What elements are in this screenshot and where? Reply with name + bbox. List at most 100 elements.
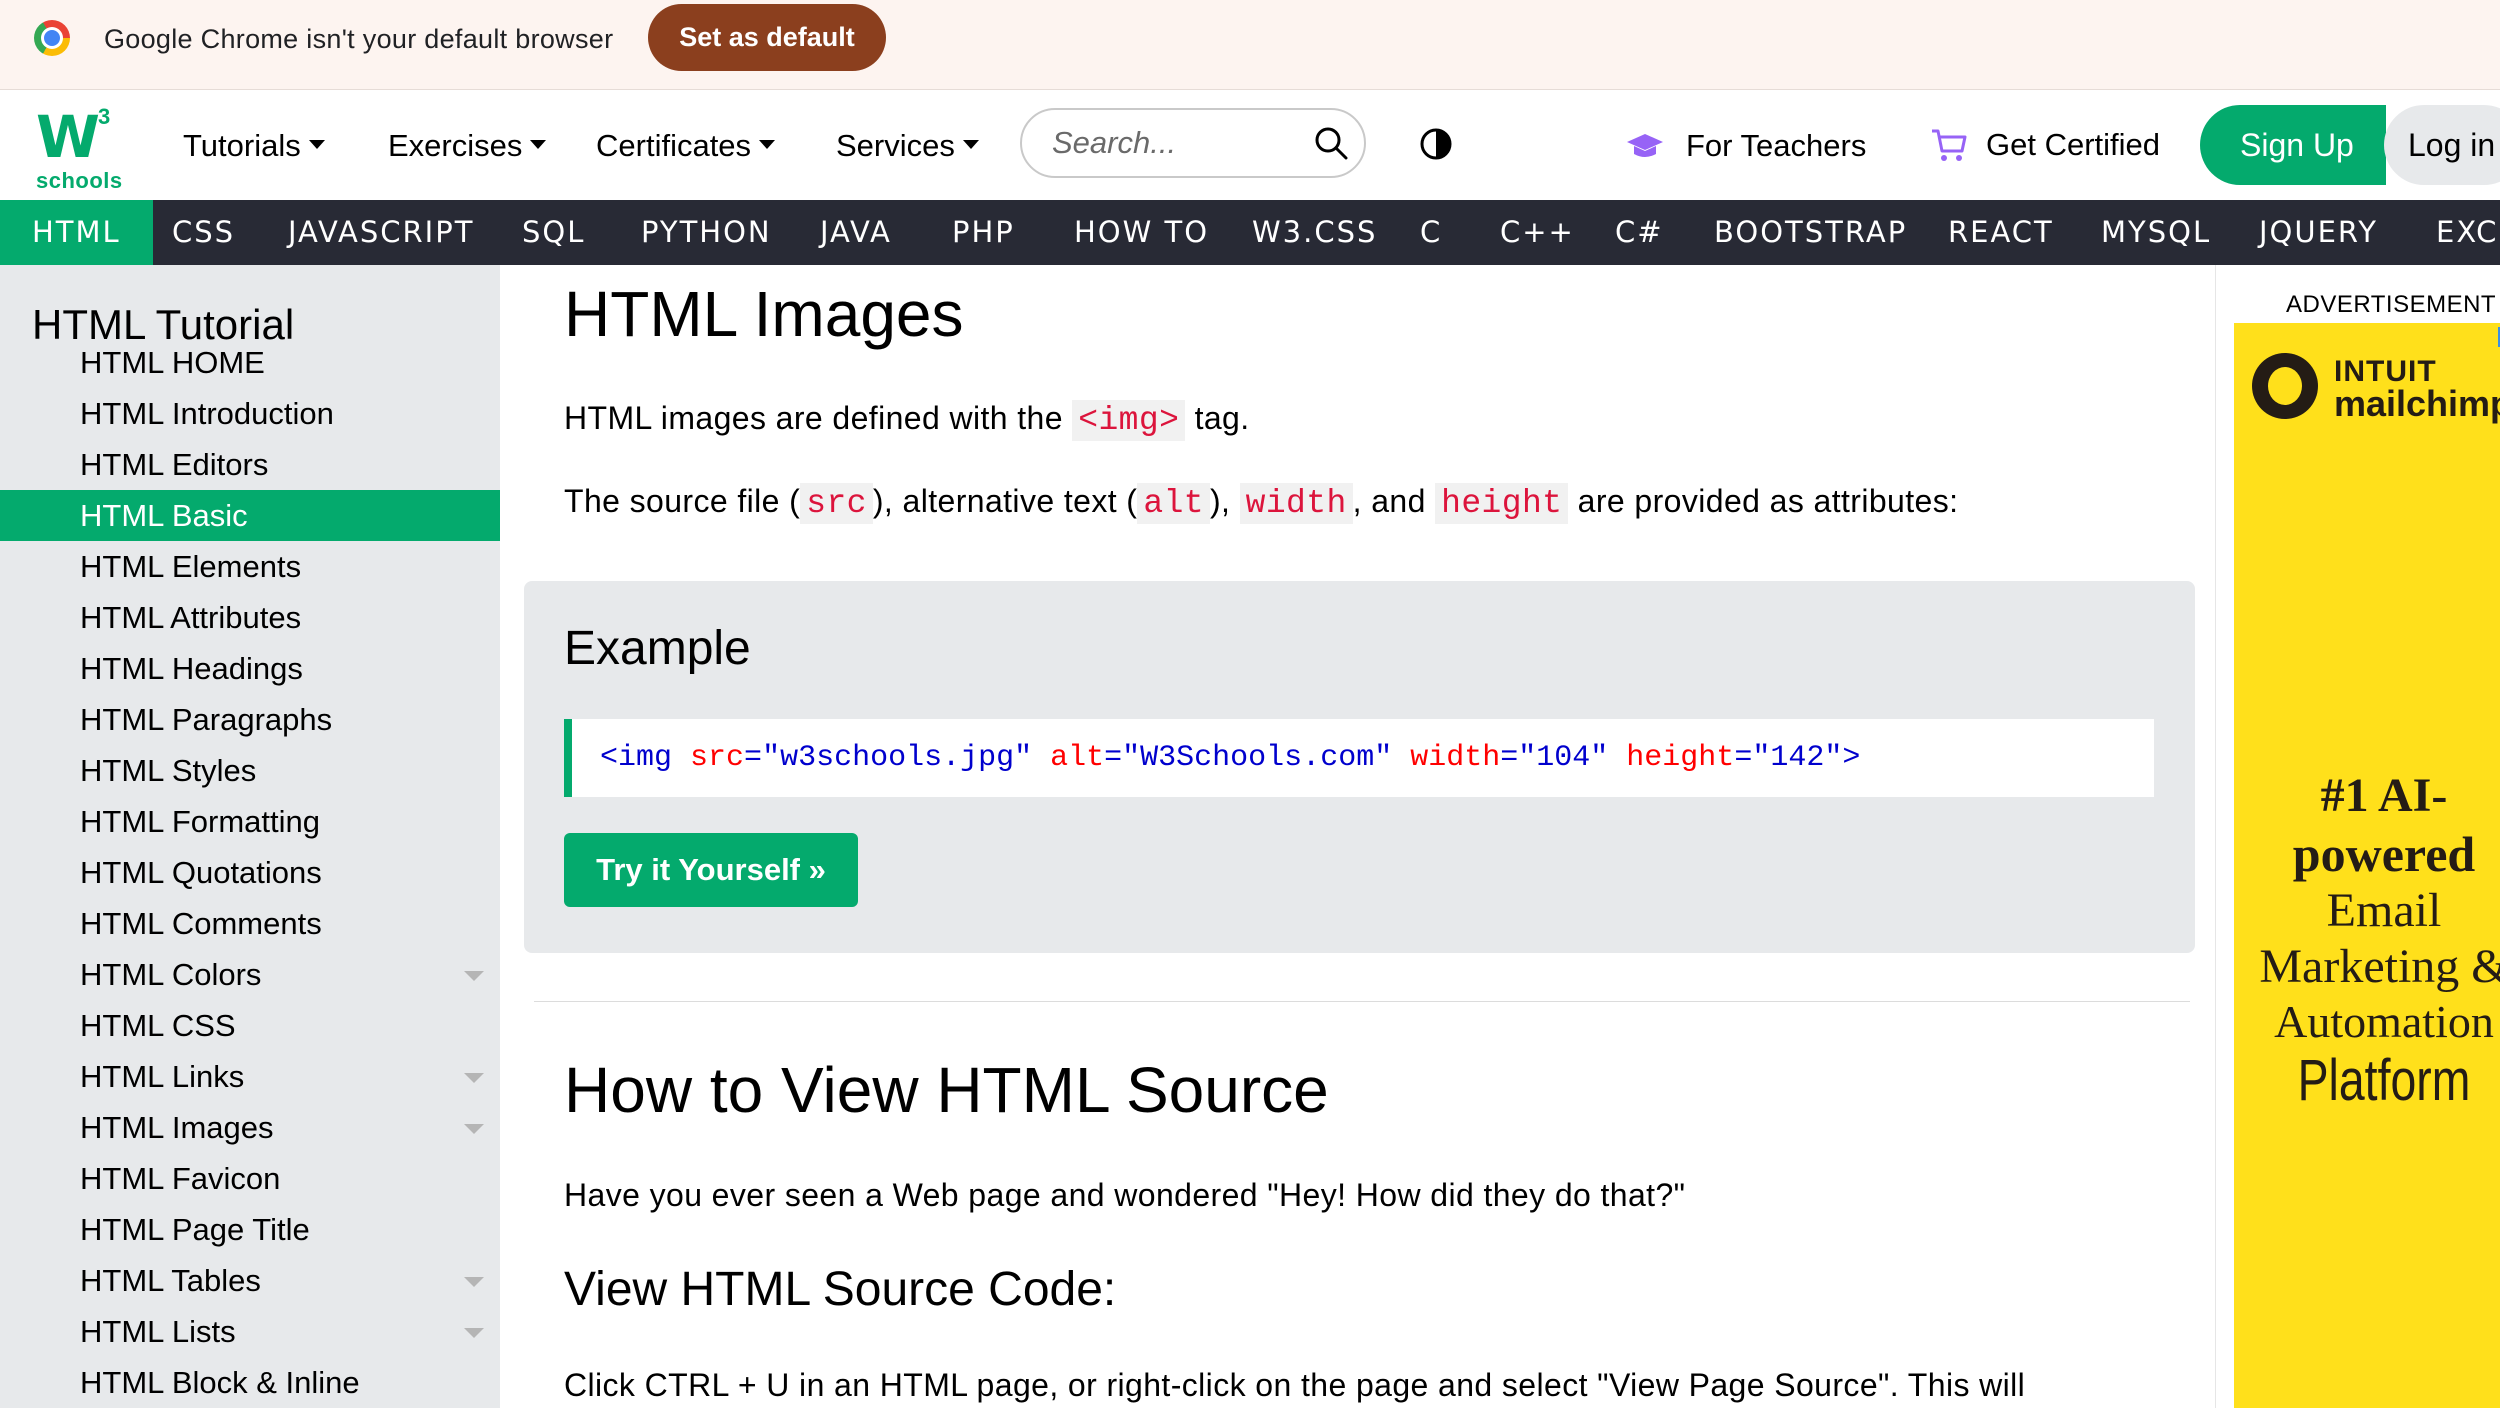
attributes-paragraph: The source file (src), alternative text … [564, 483, 1959, 524]
subject-css[interactable]: CSS [172, 200, 235, 265]
subject-html[interactable]: HTML [0, 200, 153, 265]
sidebar-item-label: HTML Paragraphs [80, 702, 333, 737]
ad-brand-bottom: mailchimp [2334, 383, 2500, 424]
sidebar-item[interactable]: HTML Images [0, 1102, 500, 1153]
sidebar-item[interactable]: HTML Quotations [0, 847, 500, 898]
subject-csharp[interactable]: C# [1615, 200, 1664, 265]
sidebar-item-label: HTML Colors [80, 957, 262, 992]
sidebar-item[interactable]: HTML Headings [0, 643, 500, 694]
inline-code: src [800, 483, 873, 524]
graduation-cap-icon [1627, 134, 1663, 157]
caret-down-icon [308, 140, 325, 150]
expand-caret-icon[interactable] [464, 1277, 484, 1287]
subject-cpp[interactable]: C++ [1500, 200, 1575, 265]
sidebar-item-label: HTML Basic [80, 498, 248, 533]
ad-headline-line: Platform [2297, 1048, 2471, 1113]
expand-caret-icon[interactable] [464, 1124, 484, 1134]
sidebar-item[interactable]: HTML Comments [0, 898, 500, 949]
sidebar-item[interactable]: HTML Page Title [0, 1204, 500, 1255]
logo-superscript: 3 [98, 104, 111, 129]
section-title: How to View HTML Source [564, 1054, 1329, 1126]
sidebar-item[interactable]: HTML Introduction [0, 388, 500, 439]
sidebar-item-label: HTML Page Title [80, 1212, 310, 1247]
chrome-icon [34, 20, 70, 56]
search-icon[interactable] [1314, 126, 1348, 160]
subject-javascript[interactable]: JAVASCRIPT [288, 200, 474, 265]
sidebar-item[interactable]: HTML Basic [0, 490, 500, 541]
sidebar-item[interactable]: HTML Lists [0, 1306, 500, 1357]
sidebar-item[interactable]: HTML Paragraphs [0, 694, 500, 745]
menu-exercises[interactable]: Exercises [388, 128, 547, 164]
sidebar-item[interactable]: HTML Editors [0, 439, 500, 490]
subject-jquery[interactable]: JQUERY [2259, 200, 2378, 265]
subsection-paragraph: Click CTRL + U in an HTML page, or right… [564, 1367, 2026, 1403]
sidebar-item[interactable]: HTML Favicon [0, 1153, 500, 1204]
inline-code: <img> [1072, 400, 1186, 441]
subject-navigation: HTML CSS JAVASCRIPT SQL PYTHON JAVA PHP … [0, 200, 2500, 265]
caret-down-icon [962, 140, 979, 150]
cart-icon [1932, 129, 1967, 161]
subject-mysql[interactable]: MYSQL [2101, 200, 2211, 265]
sidebar-item[interactable]: HTML Formatting [0, 796, 500, 847]
log-in-button[interactable]: Log in [2384, 105, 2500, 185]
sidebar-item-label: HTML Comments [80, 906, 322, 941]
subject-bootstrap[interactable]: BOOTSTRAP [1714, 200, 1907, 265]
subject-excel[interactable]: EXCEL [2436, 200, 2500, 265]
sidebar-item[interactable]: HTML Colors [0, 949, 500, 1000]
w3schools-logo[interactable]: W 3 schools [36, 103, 122, 193]
sidebar-item[interactable]: HTML Tables [0, 1255, 500, 1306]
search-box [1020, 108, 1366, 178]
subject-w3css[interactable]: W3.CSS [1252, 200, 1377, 265]
sidebar-item[interactable]: HTML Links [0, 1051, 500, 1102]
subject-python[interactable]: PYTHON [641, 200, 772, 265]
sidebar-item-label: HTML Tables [80, 1263, 261, 1298]
sidebar-item[interactable]: HTML Elements [0, 541, 500, 592]
sidebar-item-label: HTML Quotations [80, 855, 322, 890]
mailchimp-logo-icon [2252, 353, 2318, 419]
sidebar-item[interactable]: HTML Block & Inline [0, 1357, 500, 1408]
get-certified-link[interactable]: Get Certified [1930, 126, 2160, 164]
section-paragraph: Have you ever seen a Web page and wonder… [564, 1177, 1686, 1213]
menu-certificates[interactable]: Certificates [596, 128, 776, 164]
expand-caret-icon[interactable] [464, 1073, 484, 1083]
subject-sql[interactable]: SQL [522, 200, 585, 265]
sidebar-item-label: HTML Favicon [80, 1161, 281, 1196]
sidebar-item[interactable]: HTML CSS [0, 1000, 500, 1051]
set-as-default-button[interactable]: Set as default [648, 4, 886, 71]
logo-mark: W [36, 103, 100, 171]
sidebar-item[interactable]: HTML HOME [0, 337, 500, 388]
sidebar-item[interactable]: HTML Styles [0, 745, 500, 796]
search-input[interactable] [1050, 122, 1304, 164]
subject-c[interactable]: C [1420, 200, 1442, 265]
ad-headline-line: Email [2326, 884, 2442, 937]
sidebar-item-label: HTML Attributes [80, 600, 302, 635]
advertisement-label: ADVERTISEMENT [2286, 291, 2497, 318]
contrast-toggle-icon[interactable] [1420, 128, 1452, 160]
subject-php[interactable]: PHP [952, 200, 1015, 265]
mailchimp-ad[interactable]: INTUIT mailchimp #1 AI- powered Email Ma… [2234, 323, 2500, 1408]
subject-how-to[interactable]: HOW TO [1074, 200, 1209, 265]
sidebar-item-label: HTML Elements [80, 549, 302, 584]
ad-headline-line: Marketing & [2259, 940, 2500, 993]
subject-java[interactable]: JAVA [820, 200, 892, 265]
try-it-yourself-button[interactable]: Try it Yourself » [564, 833, 858, 907]
code-example: <img src="w3schools.jpg" alt="W3Schools.… [564, 719, 2154, 797]
caret-down-icon [530, 140, 547, 150]
sidebar-item-label: HTML Formatting [80, 804, 321, 839]
ad-headline-line: Automation [2274, 996, 2494, 1047]
sidebar-item-label: HTML Introduction [80, 396, 334, 431]
intro-paragraph: HTML images are defined with the <img> t… [564, 400, 1250, 441]
expand-caret-icon[interactable] [464, 1328, 484, 1338]
advertisement-column: ADVERTISEMENT INTUIT mailchimp #1 AI- po… [2215, 265, 2500, 1408]
subsection-title: View HTML Source Code: [564, 1263, 1117, 1316]
ad-headline-line: #1 AI- [2320, 769, 2448, 822]
expand-caret-icon[interactable] [464, 971, 484, 981]
menu-tutorials[interactable]: Tutorials [183, 128, 325, 164]
sidebar-item-label: HTML Editors [80, 447, 269, 482]
sidebar-item[interactable]: HTML Attributes [0, 592, 500, 643]
sign-up-button[interactable]: Sign Up [2200, 105, 2386, 185]
menu-services[interactable]: Services [836, 128, 979, 164]
sidebar-item-label: HTML Block & Inline [80, 1365, 360, 1400]
for-teachers-link[interactable]: For Teachers [1626, 128, 1866, 164]
subject-react[interactable]: REACT [1948, 200, 2054, 265]
